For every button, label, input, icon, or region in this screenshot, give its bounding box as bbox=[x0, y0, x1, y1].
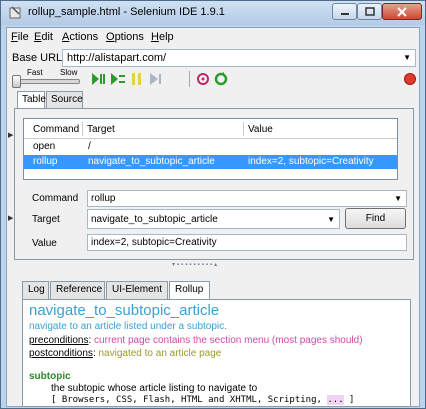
row-target: / bbox=[88, 141, 91, 152]
collapse-arrow-icon[interactable]: ▶ bbox=[8, 131, 13, 139]
pane-splitter[interactable]: ▾▪▪▪▪▪▪▪▪▪▴ bbox=[7, 262, 419, 268]
menu-bar: File Edit Actions Options Help bbox=[7, 28, 419, 46]
window-title: rollup_sample.html - Selenium IDE 1.9.1 bbox=[28, 6, 225, 18]
column-header-command[interactable]: Command bbox=[33, 124, 79, 135]
rollup-doc-panel: navigate_to_subtopic_article navigate to… bbox=[22, 299, 411, 407]
column-header-target[interactable]: Target bbox=[87, 124, 115, 135]
table-row[interactable]: open / bbox=[24, 140, 397, 154]
tab-table[interactable]: Table bbox=[17, 91, 46, 109]
find-button[interactable]: Find bbox=[345, 208, 406, 229]
schedule-icon[interactable] bbox=[213, 72, 229, 86]
title-bar: rollup_sample.html - Selenium IDE 1.9.1 bbox=[1, 1, 425, 25]
pause-icon[interactable] bbox=[129, 72, 145, 86]
command-label: Command bbox=[32, 193, 79, 204]
command-field[interactable]: rollup ▼ bbox=[87, 190, 407, 207]
splitter-grip: ▾▪▪▪▪▪▪▪▪▪▴ bbox=[172, 262, 220, 268]
app-window: rollup_sample.html - Selenium IDE 1.9.1 … bbox=[0, 0, 426, 409]
play-test-icon[interactable] bbox=[110, 72, 126, 86]
value-label: Value bbox=[32, 238, 57, 249]
toolbar-separator bbox=[189, 71, 190, 87]
speed-slider[interactable] bbox=[18, 79, 80, 84]
command-dropdown-icon[interactable]: ▼ bbox=[394, 194, 402, 203]
close-button[interactable] bbox=[382, 3, 422, 20]
value-field[interactable]: index=2, subtopic=Creativity bbox=[87, 234, 407, 251]
doc-title: navigate_to_subtopic_article bbox=[29, 302, 220, 319]
tab-source[interactable]: Source bbox=[46, 91, 83, 108]
row-command: rollup bbox=[33, 156, 58, 167]
arg-values: [ Browsers, CSS, Flash, HTML and XHTML, … bbox=[51, 395, 354, 405]
row-target: navigate_to_subtopic_article bbox=[88, 156, 215, 167]
row-command: open bbox=[33, 141, 56, 152]
target-value: navigate_to_subtopic_article bbox=[91, 214, 218, 225]
app-icon bbox=[9, 6, 21, 19]
step-icon[interactable] bbox=[148, 72, 164, 86]
maximize-icon bbox=[364, 7, 375, 16]
value-value: index=2, subtopic=Creativity bbox=[91, 237, 217, 248]
minimize-icon bbox=[340, 12, 349, 15]
arg-close: ] bbox=[349, 395, 355, 405]
play-suite-icon[interactable] bbox=[91, 72, 107, 86]
column-separator bbox=[82, 122, 83, 136]
column-separator bbox=[243, 122, 244, 136]
preconditions-label: preconditions bbox=[29, 335, 89, 346]
menu-file[interactable]: File bbox=[11, 31, 29, 43]
speed-slow-label: Slow bbox=[60, 68, 78, 77]
menu-edit[interactable]: Edit bbox=[34, 31, 53, 43]
header-divider bbox=[24, 138, 397, 139]
menu-help[interactable]: Help bbox=[151, 31, 174, 43]
postconditions-text: navigated to an article page bbox=[98, 348, 222, 359]
command-table: Command Target Value open / rollup navig… bbox=[23, 118, 398, 180]
target-field[interactable]: navigate_to_subtopic_article ▼ bbox=[87, 209, 340, 229]
close-icon bbox=[397, 6, 407, 17]
menu-options[interactable]: Options bbox=[106, 31, 144, 43]
collapse-arrow-icon[interactable]: ▶ bbox=[8, 214, 13, 222]
arg-description: the subtopic whose article listing to na… bbox=[51, 383, 258, 394]
toolbar: Fast Slow bbox=[7, 68, 419, 90]
command-value: rollup bbox=[91, 193, 116, 204]
preconditions-text: current page contains the section menu (… bbox=[94, 335, 363, 346]
target-dropdown-icon[interactable]: ▼ bbox=[327, 215, 335, 224]
speed-slider-thumb[interactable] bbox=[12, 75, 21, 88]
tab-ui-element[interactable]: UI-Element bbox=[106, 281, 168, 299]
base-url-input[interactable]: http://alistapart.com/ ▼ bbox=[62, 49, 416, 67]
row-value: index=2, subtopic=Creativity bbox=[248, 156, 374, 167]
maximize-button[interactable] bbox=[357, 3, 382, 20]
base-url-dropdown-icon[interactable]: ▼ bbox=[403, 53, 411, 62]
base-url-label: Base URL bbox=[12, 52, 63, 64]
postconditions-label: postconditions bbox=[29, 348, 93, 359]
arg-name: subtopic bbox=[29, 371, 71, 382]
minimize-button[interactable] bbox=[332, 3, 357, 20]
tab-log[interactable]: Log bbox=[22, 281, 49, 299]
postconditions-line: postconditions: navigated to an article … bbox=[29, 348, 222, 359]
target-label: Target bbox=[32, 214, 60, 225]
arg-ellipsis: ... bbox=[327, 395, 344, 405]
tab-rollup[interactable]: Rollup bbox=[169, 281, 210, 299]
tab-reference[interactable]: Reference bbox=[50, 281, 105, 299]
client-area: File Edit Actions Options Help Base URL … bbox=[6, 27, 420, 407]
preconditions-line: preconditions: current page contains the… bbox=[29, 335, 363, 346]
column-header-value[interactable]: Value bbox=[248, 124, 273, 135]
menu-actions[interactable]: Actions bbox=[62, 31, 98, 43]
base-url-row: Base URL http://alistapart.com/ ▼ bbox=[7, 48, 419, 68]
record-icon[interactable] bbox=[403, 72, 419, 86]
rollup-icon[interactable] bbox=[195, 72, 211, 86]
arg-values-list: [ Browsers, CSS, Flash, HTML and XHTML, … bbox=[51, 395, 322, 405]
speed-fast-label: Fast bbox=[27, 68, 43, 77]
table-row-selected[interactable]: rollup navigate_to_subtopic_article inde… bbox=[24, 155, 397, 169]
base-url-value: http://alistapart.com/ bbox=[67, 52, 167, 64]
doc-description: navigate to an article listed under a su… bbox=[29, 321, 227, 332]
